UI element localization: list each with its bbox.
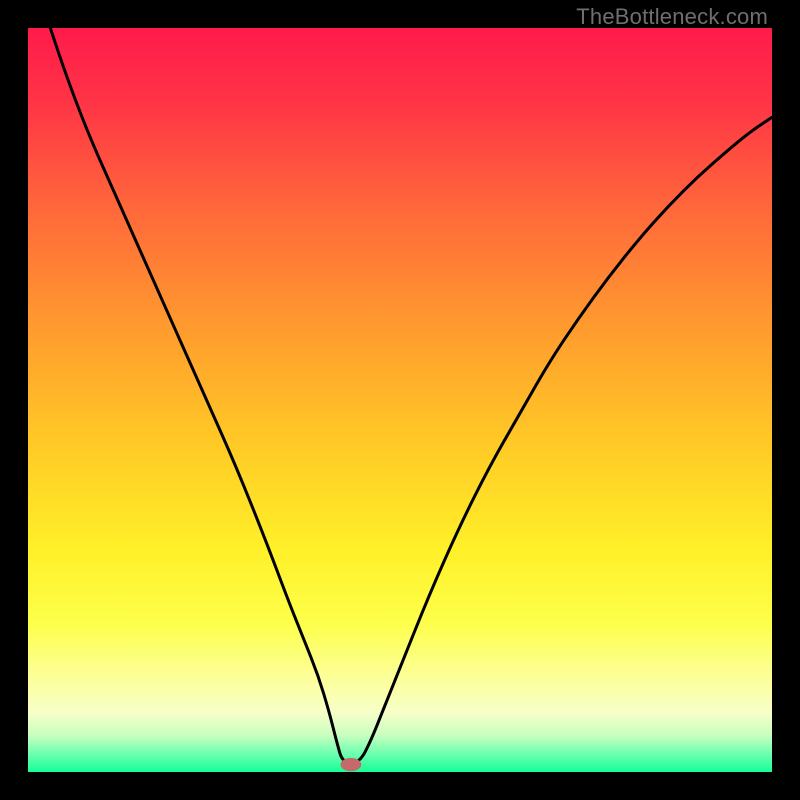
gradient-background <box>28 28 772 772</box>
watermark-text: TheBottleneck.com <box>576 4 768 30</box>
plot-area <box>28 28 772 772</box>
min-marker <box>340 758 361 771</box>
chart-svg <box>28 28 772 772</box>
